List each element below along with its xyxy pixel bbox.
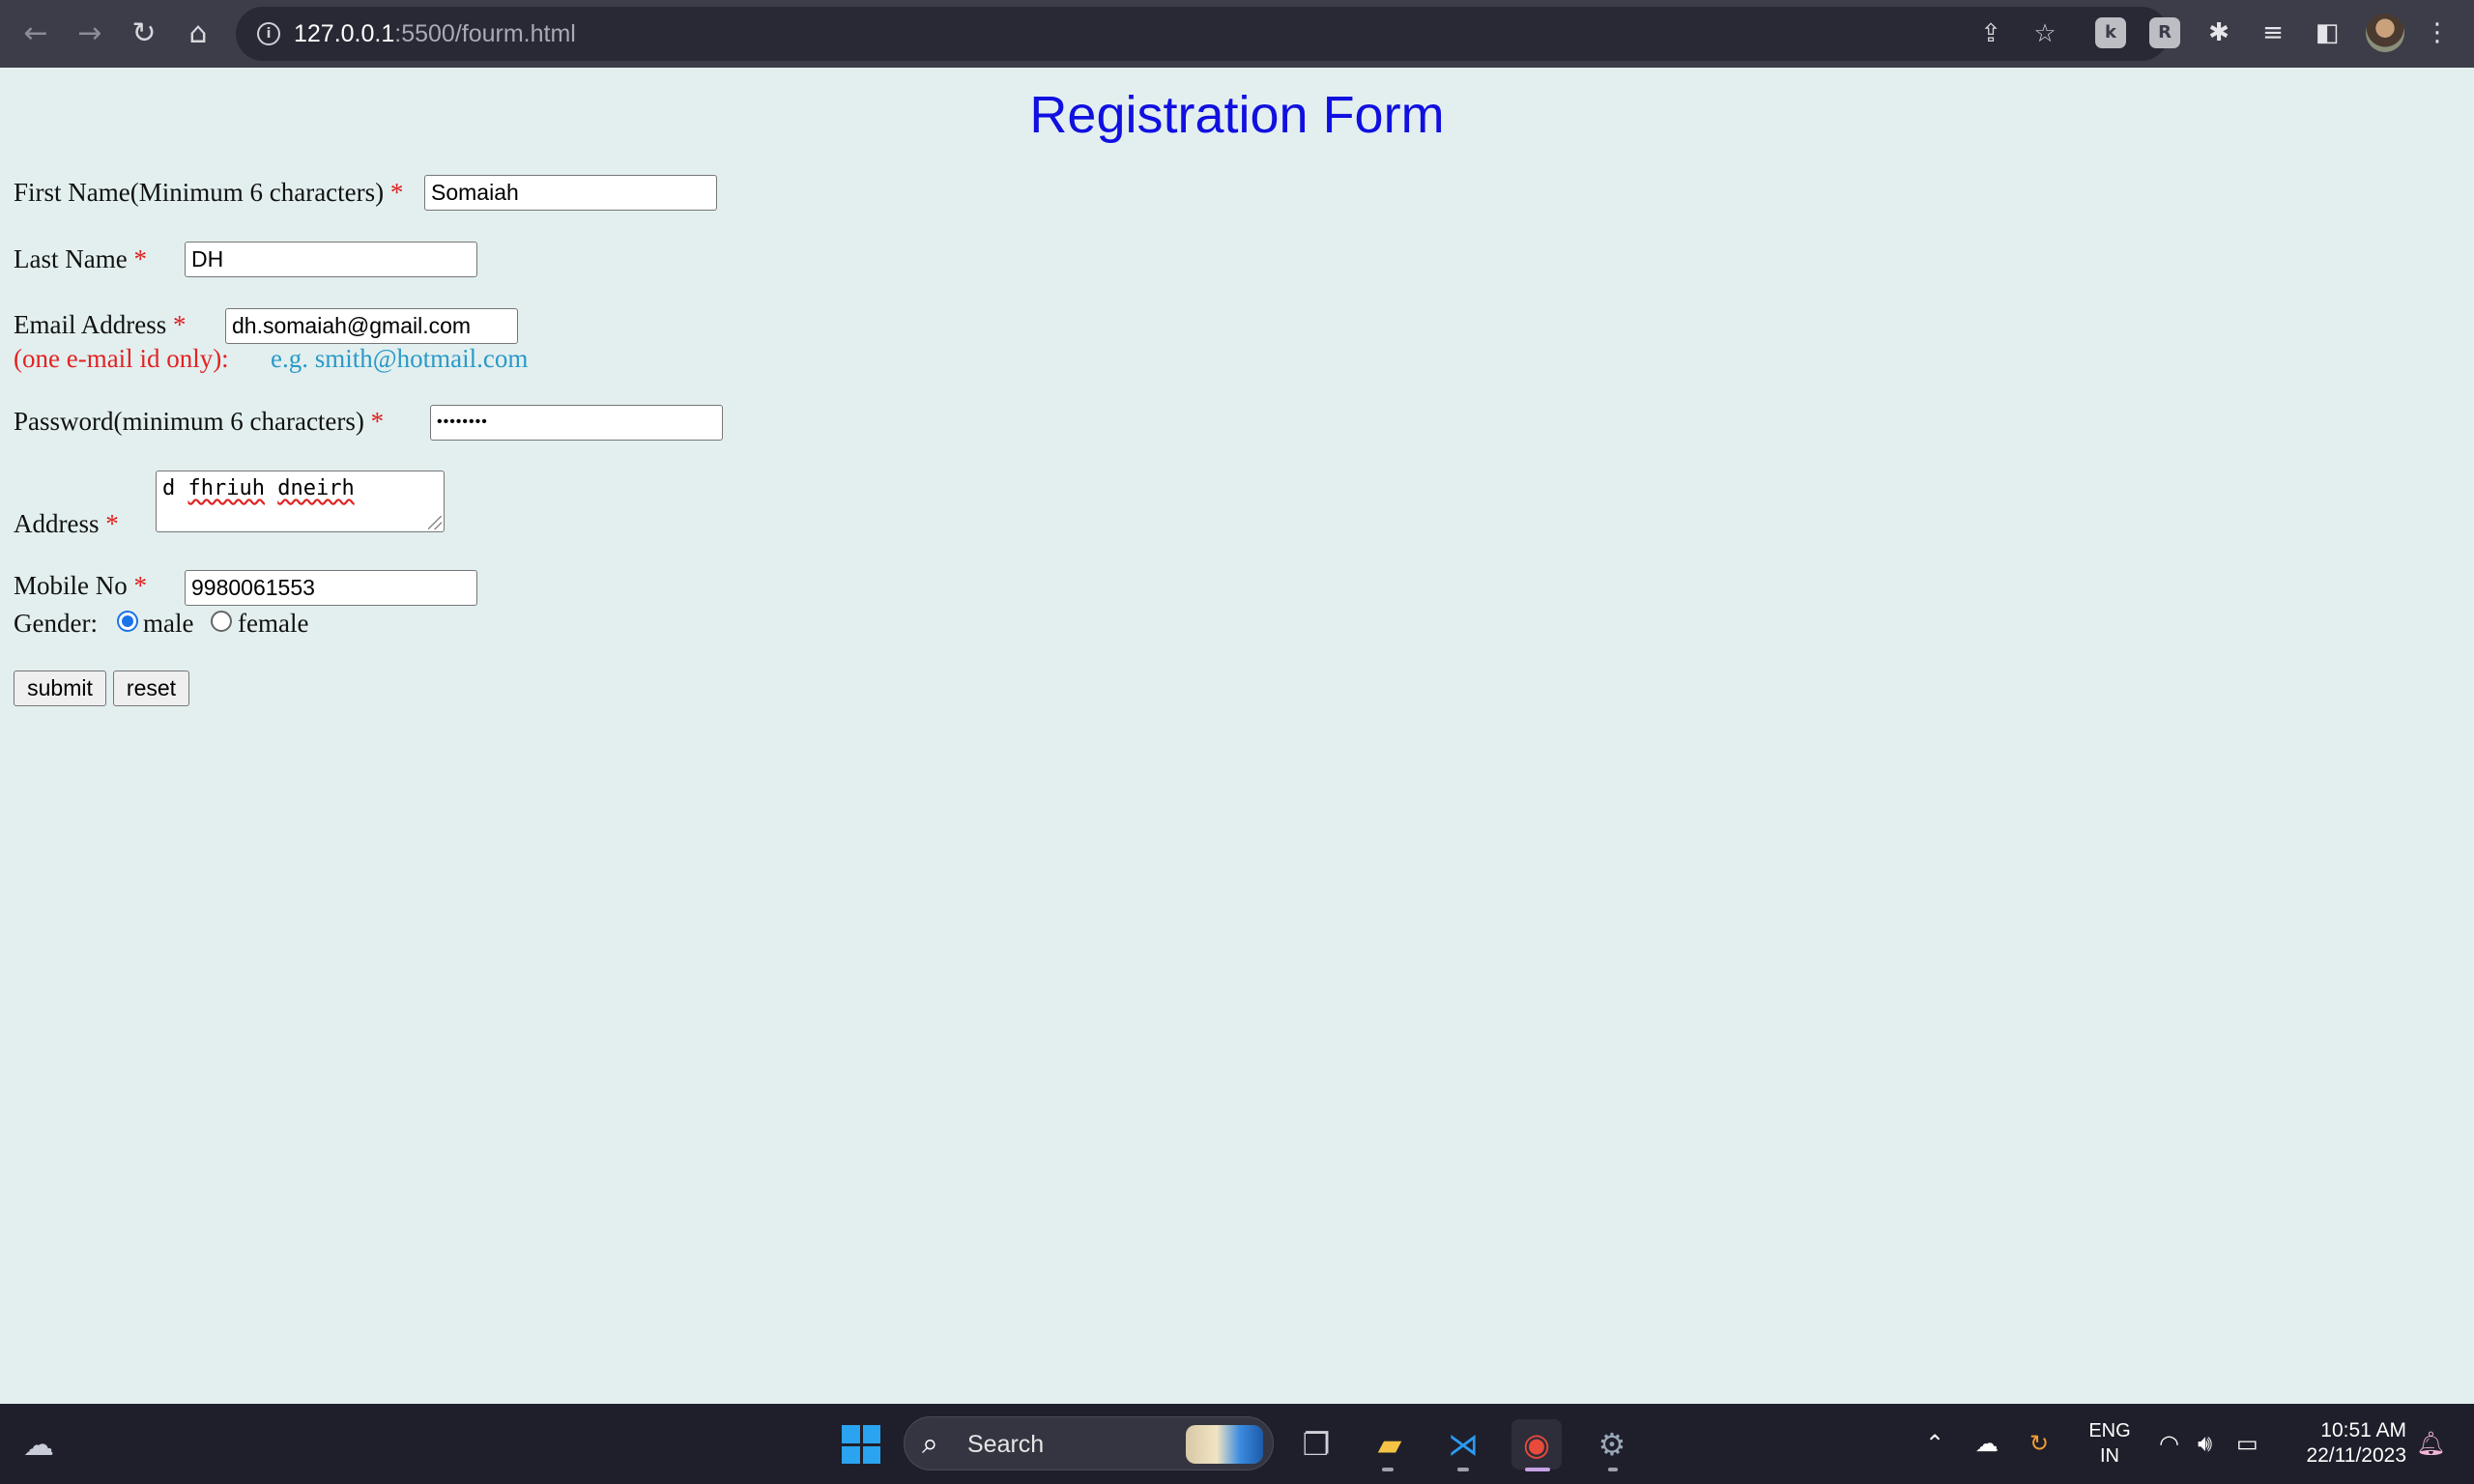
chevron-up-icon[interactable]: ⌃ bbox=[1925, 1404, 1944, 1484]
vscode-icon[interactable]: ⋊ bbox=[1438, 1419, 1488, 1470]
page-title: Registration Form bbox=[1029, 86, 1445, 144]
extension-icon[interactable]: k bbox=[2095, 17, 2126, 48]
home-icon[interactable]: ⌂ bbox=[178, 14, 218, 54]
gender-male-radio[interactable] bbox=[117, 611, 138, 632]
wifi-icon[interactable]: ◠ bbox=[2159, 1404, 2179, 1484]
task-view-icon[interactable]: ❐ bbox=[1291, 1419, 1341, 1470]
gender-male-label: male bbox=[143, 609, 194, 638]
extension-icon[interactable]: R bbox=[2149, 17, 2180, 48]
gender-label: Gender: bbox=[14, 609, 98, 638]
sync-icon[interactable]: ↻ bbox=[2029, 1404, 2049, 1484]
last-name-label: Last Name * bbox=[14, 244, 147, 273]
search-highlight-image bbox=[1186, 1425, 1263, 1464]
submit-button[interactable]: submit bbox=[14, 671, 106, 706]
mobile-label: Mobile No * bbox=[14, 571, 147, 600]
mobile-input[interactable]: 9980061553 bbox=[185, 570, 477, 606]
search-icon: ⌕ bbox=[922, 1427, 938, 1461]
puzzle-icon[interactable]: ✱ bbox=[2201, 15, 2236, 50]
language-indicator[interactable]: ENG IN bbox=[2087, 1418, 2132, 1469]
email-note: (one e-mail id only): bbox=[14, 344, 229, 373]
reload-icon[interactable]: ↻ bbox=[124, 14, 164, 54]
address-textarea[interactable]: d fhriuh dneirh bbox=[156, 471, 445, 532]
file-explorer-icon[interactable]: ▰ bbox=[1365, 1419, 1415, 1470]
bookmark-star-icon[interactable]: ☆ bbox=[2029, 18, 2060, 49]
notification-bell-icon[interactable]: 🔔︎ bbox=[2416, 1404, 2445, 1484]
site-info-icon[interactable]: i bbox=[257, 22, 280, 45]
chrome-icon[interactable]: ◉ bbox=[1511, 1419, 1562, 1470]
last-name-input[interactable]: DH bbox=[185, 242, 477, 277]
taskbar-search[interactable]: ⌕ Search bbox=[904, 1416, 1274, 1470]
forward-arrow-icon[interactable]: → bbox=[70, 14, 110, 54]
menu-dots-icon[interactable]: ⋮ bbox=[2420, 15, 2455, 50]
start-button[interactable] bbox=[842, 1425, 880, 1464]
email-label: Email Address * bbox=[14, 310, 187, 339]
browser-toolbar: ← → ↻ ⌂ i 127.0.0.1:5500/fourm.html ⇪ ☆ … bbox=[0, 0, 2474, 68]
onedrive-cloud-icon[interactable]: ☁ bbox=[1975, 1404, 1999, 1484]
address-bar[interactable]: i 127.0.0.1:5500/fourm.html ⇪ ☆ bbox=[236, 7, 2169, 61]
profile-avatar[interactable] bbox=[2366, 14, 2404, 52]
weather-icon[interactable]: ☁ bbox=[14, 1419, 64, 1470]
page-content: Registration Form First Name(Minimum 6 c… bbox=[0, 68, 2474, 1404]
share-icon[interactable]: ⇪ bbox=[1975, 18, 2006, 49]
first-name-input[interactable]: Somaiah bbox=[424, 175, 717, 211]
clock[interactable]: 10:51 AM 22/11/2023 bbox=[2271, 1418, 2406, 1469]
side-panel-icon[interactable]: ◧ bbox=[2310, 15, 2345, 50]
reset-button[interactable]: reset bbox=[113, 671, 189, 706]
taskbar: ☁ ⌕ Search ❐ ▰ ⋊ ◉ ⚙ ⌃ ☁ ↻ ENG IN ◠ 🔊︎ ▭ … bbox=[0, 1404, 2474, 1484]
media-control-icon[interactable]: ≡ bbox=[2256, 15, 2290, 50]
password-label: Password(minimum 6 characters) * bbox=[14, 407, 385, 436]
battery-icon[interactable]: ▭ bbox=[2236, 1404, 2258, 1484]
gender-female-radio[interactable] bbox=[211, 611, 232, 632]
url-text[interactable]: 127.0.0.1:5500/fourm.html bbox=[294, 18, 576, 49]
email-input[interactable]: dh.somaiah@gmail.com bbox=[225, 308, 518, 344]
first-name-label: First Name(Minimum 6 characters) * bbox=[14, 178, 404, 207]
settings-gear-icon[interactable]: ⚙ bbox=[1587, 1419, 1637, 1470]
volume-icon[interactable]: 🔊︎ bbox=[2198, 1404, 2212, 1484]
resize-handle-icon[interactable] bbox=[428, 516, 442, 529]
gender-female-label: female bbox=[238, 609, 309, 638]
email-hint: e.g. smith@hotmail.com bbox=[271, 344, 529, 373]
back-arrow-icon[interactable]: ← bbox=[15, 14, 56, 54]
address-label: Address * bbox=[14, 509, 119, 538]
password-input[interactable]: •••••••• bbox=[430, 405, 723, 441]
